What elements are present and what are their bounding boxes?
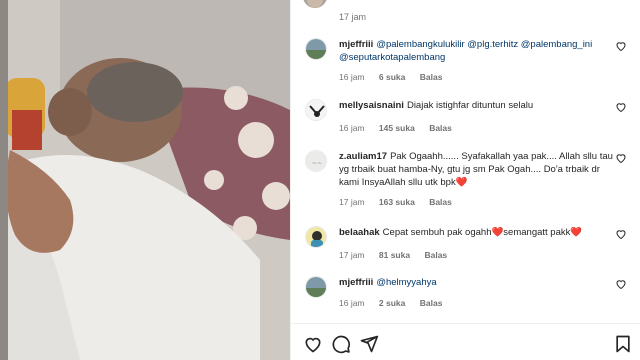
reply-button[interactable]: Balas <box>420 298 443 308</box>
avatar[interactable] <box>305 276 327 298</box>
post-timestamp: 17 jam <box>339 12 367 22</box>
comment-text: z.auliam17 Pak Ogaahh...... Syafakallah y… <box>339 151 613 188</box>
post-author-avatar[interactable] <box>303 0 327 8</box>
heart-icon[interactable] <box>615 278 627 290</box>
comment-likes[interactable]: 6 suka <box>379 72 405 82</box>
comment-meta: 17 jam 163 suka Balas <box>339 197 464 207</box>
comment-username[interactable]: mjeffriii <box>339 277 373 288</box>
comment-username[interactable]: mellysaisnaini <box>339 100 404 111</box>
heart-icon[interactable] <box>615 228 627 240</box>
avatar[interactable] <box>305 38 327 60</box>
comments-panel: 17 jam mjeffriii @palembangkulukilir @plg… <box>290 0 640 360</box>
mention-link[interactable]: @helmyyahya <box>376 277 436 288</box>
reply-button[interactable]: Balas <box>429 123 452 133</box>
post-actions-bar <box>291 323 640 360</box>
heart-icon[interactable] <box>303 334 323 354</box>
comment-time[interactable]: 17 jam <box>339 197 365 207</box>
comment-time[interactable]: 16 jam <box>339 72 365 82</box>
comment-time[interactable]: 16 jam <box>339 298 365 308</box>
mention-link[interactable]: @seputarkotapalembang <box>339 52 445 63</box>
comment-icon[interactable] <box>331 334 351 354</box>
comment-meta: 17 jam 81 suka Balas <box>339 250 459 260</box>
heart-icon[interactable] <box>615 101 627 113</box>
reply-button[interactable]: Balas <box>424 250 447 260</box>
svg-text:~~: ~~ <box>312 160 322 167</box>
comment-username[interactable]: belaahak <box>339 227 380 238</box>
comment-likes[interactable]: 81 suka <box>379 250 410 260</box>
mention-link[interactable]: @palembangkulukilir <box>376 39 464 50</box>
heart-icon[interactable] <box>615 152 627 164</box>
comment-likes[interactable]: 2 suka <box>379 298 405 308</box>
heart-icon[interactable] <box>615 40 627 52</box>
comment-meta: 16 jam 6 suka Balas <box>339 72 454 82</box>
comment-meta: 16 jam 2 suka Balas <box>339 298 454 308</box>
comment-time[interactable]: 16 jam <box>339 123 365 133</box>
bookmark-icon[interactable] <box>613 334 633 354</box>
reply-button[interactable]: Balas <box>420 72 443 82</box>
avatar[interactable] <box>305 99 327 121</box>
reply-button[interactable]: Balas <box>429 197 452 207</box>
comment-text: mjeffriii @helmyyahya <box>339 276 619 289</box>
mention-link[interactable]: @plg.terhitz <box>467 39 518 50</box>
comment-time[interactable]: 17 jam <box>339 250 365 260</box>
avatar[interactable] <box>305 226 327 248</box>
comment-text: mellysaisnaini Diajak istighfar dituntun … <box>339 100 534 111</box>
comment-text: mjeffriii @palembangkulukilir @plg.terhit… <box>339 38 619 64</box>
comment-meta: 16 jam 145 suka Balas <box>339 123 464 133</box>
avatar[interactable]: ~~ <box>305 150 327 172</box>
comment-username[interactable]: mjeffriii <box>339 39 373 50</box>
comment-username[interactable]: z.auliam17 <box>339 151 387 162</box>
comment-likes[interactable]: 163 suka <box>379 197 415 207</box>
comment-likes[interactable]: 145 suka <box>379 123 415 133</box>
mention-link[interactable]: @palembang_ini <box>521 39 592 50</box>
comment-text: belaahak Cepat sembuh pak ogahh❤️semangat… <box>339 227 583 238</box>
post-image <box>0 0 290 360</box>
send-icon[interactable] <box>359 334 379 354</box>
